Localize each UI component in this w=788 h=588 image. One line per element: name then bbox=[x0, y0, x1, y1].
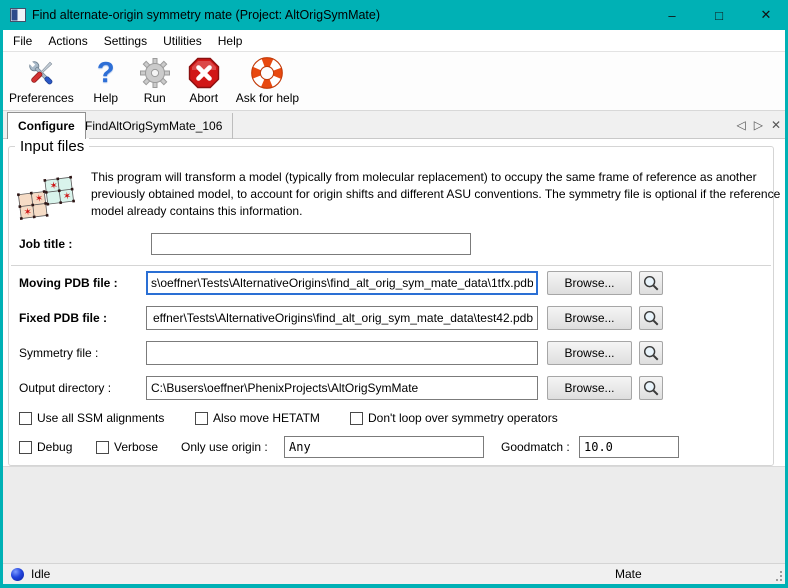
checkbox-box[interactable] bbox=[350, 412, 363, 425]
checkbox-box[interactable] bbox=[195, 412, 208, 425]
run-button[interactable]: Run bbox=[136, 55, 174, 106]
abort-label: Abort bbox=[189, 91, 218, 105]
symmetry-file-label: Symmetry file : bbox=[19, 346, 98, 360]
checkbox-label: Debug bbox=[37, 440, 72, 454]
output-directory-label: Output directory : bbox=[19, 381, 111, 395]
status-artifact-text: Mate bbox=[615, 567, 642, 581]
window-title: Find alternate-origin symmetry mate (Pro… bbox=[32, 8, 380, 22]
checkbox-box[interactable] bbox=[19, 441, 32, 454]
status-indicator-icon bbox=[11, 568, 24, 581]
symmetry-file-view-button[interactable] bbox=[639, 341, 663, 365]
lattice-icon: ✶ ✶ ✶ ✶ bbox=[17, 171, 81, 226]
checkbox-label: Use all SSM alignments bbox=[37, 411, 164, 425]
tab-scroll-right-icon[interactable]: ▷ bbox=[754, 118, 763, 132]
tab-findaltorigsymmate-106[interactable]: FindAltOrigSymMate_106 bbox=[75, 113, 233, 139]
checkbox-also-move-hetatm[interactable]: Also move HETATM bbox=[195, 411, 320, 425]
tools-icon bbox=[24, 56, 58, 90]
checkbox-use-all-ssm[interactable]: Use all SSM alignments bbox=[19, 411, 164, 425]
status-bar: Idle Mate bbox=[3, 563, 785, 584]
checkbox-label: Don't loop over symmetry operators bbox=[368, 411, 558, 425]
menu-actions[interactable]: Actions bbox=[40, 30, 95, 51]
menu-settings[interactable]: Settings bbox=[96, 30, 155, 51]
magnifier-icon bbox=[642, 379, 660, 397]
tab-configure[interactable]: Configure bbox=[7, 112, 86, 139]
abort-button[interactable]: Abort bbox=[185, 55, 223, 106]
gear-icon bbox=[138, 56, 172, 90]
moving-pdb-view-button[interactable] bbox=[639, 271, 663, 295]
help-label: Help bbox=[93, 91, 118, 105]
tab-bar: Configure FindAltOrigSymMate_106 ◁ ▷ ✕ bbox=[3, 111, 785, 139]
menu-bar: File Actions Settings Utilities Help bbox=[3, 30, 785, 52]
run-label: Run bbox=[144, 91, 166, 105]
symmetry-file-browse-button[interactable]: Browse... bbox=[547, 341, 632, 365]
divider bbox=[11, 265, 771, 266]
configure-panel: Input files ✶ ✶ bbox=[3, 139, 785, 563]
group-title: Input files bbox=[15, 138, 89, 155]
menu-file[interactable]: File bbox=[5, 30, 40, 51]
tab-close-icon[interactable]: ✕ bbox=[771, 118, 781, 132]
fixed-pdb-browse-button[interactable]: Browse... bbox=[547, 306, 632, 330]
output-directory-input[interactable] bbox=[146, 376, 538, 400]
magnifier-icon bbox=[642, 274, 660, 292]
app-window: Find alternate-origin symmetry mate (Pro… bbox=[0, 0, 788, 588]
moving-pdb-label: Moving PDB file : bbox=[19, 276, 118, 290]
job-title-label: Job title : bbox=[19, 237, 72, 251]
tab-scroll-left-icon[interactable]: ◁ bbox=[736, 118, 745, 132]
checkbox-box[interactable] bbox=[96, 441, 109, 454]
svg-text:✶: ✶ bbox=[34, 193, 44, 205]
moving-pdb-browse-button[interactable]: Browse... bbox=[547, 271, 632, 295]
title-bar: Find alternate-origin symmetry mate (Pro… bbox=[0, 0, 788, 30]
only-use-origin-label: Only use origin : bbox=[181, 440, 268, 454]
app-window-icon bbox=[10, 8, 26, 25]
abort-icon bbox=[187, 56, 221, 90]
program-description: This program will transform a model (typ… bbox=[91, 169, 781, 220]
fixed-pdb-view-button[interactable] bbox=[639, 306, 663, 330]
ask-for-help-button[interactable]: Ask for help bbox=[234, 55, 301, 106]
checkbox-dont-loop-symmetry[interactable]: Don't loop over symmetry operators bbox=[350, 411, 558, 425]
tab-nav: ◁ ▷ ✕ bbox=[736, 111, 781, 138]
life-ring-icon bbox=[250, 56, 284, 90]
goodmatch-label: Goodmatch : bbox=[501, 440, 570, 454]
menu-help[interactable]: Help bbox=[210, 30, 251, 51]
moving-pdb-input[interactable] bbox=[146, 271, 538, 295]
toolbar: Preferences ? Help bbox=[3, 52, 785, 111]
minimize-button[interactable]: – bbox=[655, 0, 689, 30]
svg-text:✶: ✶ bbox=[23, 207, 33, 219]
fixed-pdb-input[interactable] bbox=[146, 306, 538, 330]
menu-utilities[interactable]: Utilities bbox=[155, 30, 210, 51]
fixed-pdb-label: Fixed PDB file : bbox=[19, 311, 107, 325]
output-directory-browse-button[interactable]: Browse... bbox=[547, 376, 632, 400]
symmetry-file-input[interactable] bbox=[146, 341, 538, 365]
checkbox-label: Also move HETATM bbox=[213, 411, 320, 425]
goodmatch-input[interactable] bbox=[579, 436, 679, 458]
ask-for-help-label: Ask for help bbox=[236, 91, 299, 105]
resize-grip[interactable] bbox=[774, 573, 782, 581]
input-files-groupbox: Input files ✶ ✶ bbox=[8, 146, 774, 466]
checkbox-debug[interactable]: Debug bbox=[19, 440, 72, 454]
help-button[interactable]: ? Help bbox=[87, 55, 125, 106]
preferences-button[interactable]: Preferences bbox=[7, 55, 76, 106]
output-directory-view-button[interactable] bbox=[639, 376, 663, 400]
checkbox-box[interactable] bbox=[19, 412, 32, 425]
job-title-input[interactable] bbox=[151, 233, 471, 255]
maximize-button[interactable]: □ bbox=[702, 0, 736, 30]
preferences-label: Preferences bbox=[9, 91, 74, 105]
checkbox-verbose[interactable]: Verbose bbox=[96, 440, 158, 454]
svg-text:✶: ✶ bbox=[62, 191, 72, 203]
close-button[interactable]: ✕ bbox=[749, 0, 783, 30]
svg-text:✶: ✶ bbox=[49, 180, 59, 192]
magnifier-icon bbox=[642, 309, 660, 327]
status-text: Idle bbox=[31, 567, 50, 581]
magnifier-icon bbox=[642, 344, 660, 362]
question-icon: ? bbox=[89, 56, 123, 90]
checkbox-label: Verbose bbox=[114, 440, 158, 454]
only-use-origin-input[interactable] bbox=[284, 436, 484, 458]
panel-lower-area bbox=[3, 466, 785, 563]
